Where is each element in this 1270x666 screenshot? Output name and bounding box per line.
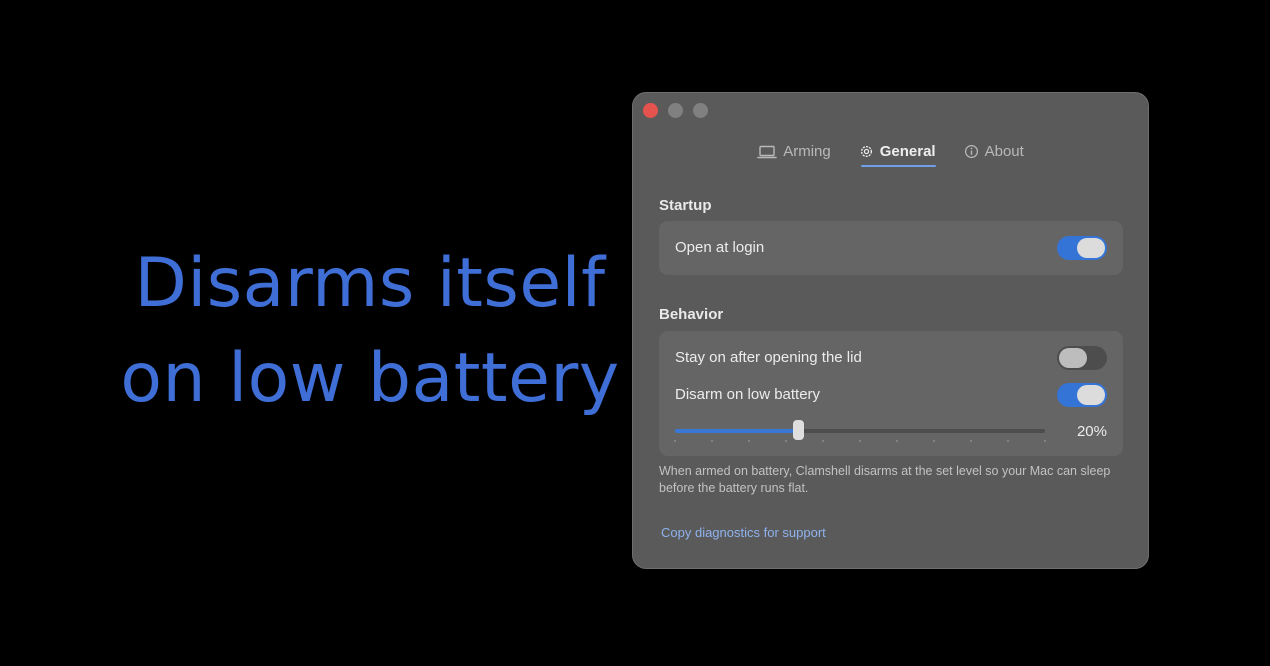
behavior-card: Stay on after opening the lid Disarm on … (659, 331, 1123, 456)
disarm-low-battery-label: Disarm on low battery (675, 386, 821, 403)
minimize-button[interactable] (668, 103, 683, 118)
laptop-icon (757, 145, 778, 159)
slider-tick (970, 440, 972, 442)
tab-about-label: About (984, 143, 1024, 160)
headline-line-2: on low battery (120, 339, 620, 418)
tab-arming-label: Arming (783, 143, 831, 160)
slider-tick (822, 440, 824, 442)
settings-window: Arming General About Startup Open at log… (632, 92, 1149, 569)
tab-general[interactable]: General (859, 143, 936, 167)
copy-diagnostics-link[interactable]: Copy diagnostics for support (661, 525, 826, 540)
stay-on-label: Stay on after opening the lid (675, 349, 862, 366)
behavior-heading: Behavior (659, 306, 724, 323)
slider-tick (1044, 440, 1046, 442)
disarm-low-battery-toggle[interactable] (1057, 383, 1107, 407)
slider-tick (1007, 440, 1009, 442)
headline-line-1: Disarms itself (134, 244, 606, 323)
slider-tick (711, 440, 713, 442)
close-button[interactable] (643, 103, 658, 118)
startup-card: Open at login (659, 221, 1123, 275)
slider-fill (675, 429, 798, 433)
zoom-button[interactable] (693, 103, 708, 118)
startup-heading: Startup (659, 197, 712, 214)
battery-threshold-value: 20% (1076, 423, 1107, 440)
slider-tick (748, 440, 750, 442)
slider-tick (859, 440, 861, 442)
tab-bar: Arming General About (633, 143, 1148, 167)
slider-tick (674, 440, 676, 442)
stay-on-toggle[interactable] (1057, 346, 1107, 370)
open-at-login-toggle[interactable] (1057, 236, 1107, 260)
slider-tick (896, 440, 898, 442)
battery-threshold-slider[interactable] (674, 420, 1046, 442)
help-text: When armed on battery, Clamshell disarms… (659, 464, 1111, 495)
headline: Disarms itself on low battery (100, 236, 640, 426)
slider-tick (933, 440, 935, 442)
tab-general-label: General (879, 143, 936, 160)
gear-icon (859, 144, 874, 159)
info-icon (964, 144, 979, 159)
slider-tick (785, 440, 787, 442)
tab-arming[interactable]: Arming (757, 143, 831, 166)
slider-thumb[interactable] (793, 420, 804, 440)
open-at-login-label: Open at login (675, 239, 765, 256)
window-controls (643, 103, 708, 118)
tab-about[interactable]: About (964, 143, 1024, 166)
